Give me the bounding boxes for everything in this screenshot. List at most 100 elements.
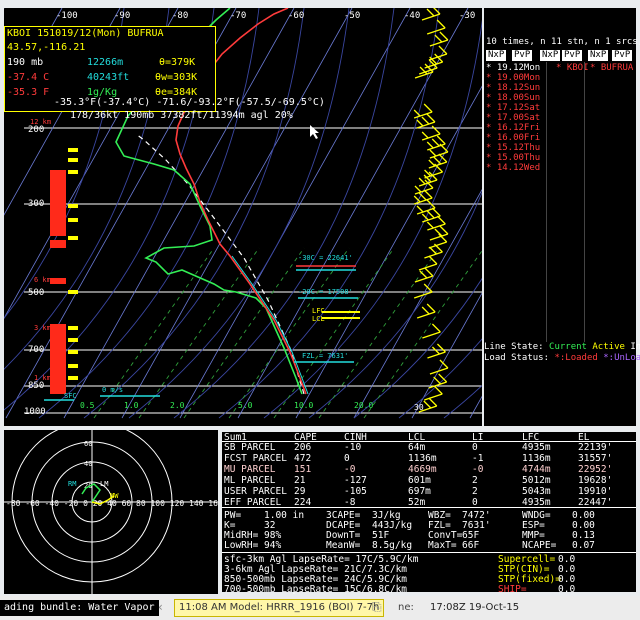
time-item[interactable]: * 19.00Mon <box>486 74 540 83</box>
index-cell: 94% <box>264 540 282 551</box>
mixing-label: 1.0 <box>124 401 139 410</box>
table-row: ML PARCEL 21 -127 601m 2 5012m 19628' <box>222 475 636 486</box>
pressure-readout: 190 mb <box>7 57 44 68</box>
dry-adiabat <box>443 125 640 419</box>
mixing-label: 0.5 <box>80 401 95 410</box>
km-label: 3 km <box>34 324 51 332</box>
pressure-label: 500 <box>28 288 44 298</box>
loading-status: ading bundle: Water Vapor <box>0 600 159 616</box>
hodo-ring-labels: 20 40 60 <box>84 440 92 490</box>
table-cell: 19628' <box>578 475 613 486</box>
index-row: LowRH= 94% MeanW= 8.5g/kg MaxT= 66F NCAPE= 0.07 <box>222 540 636 551</box>
table-cell: 2 <box>472 475 478 486</box>
skewt-panel[interactable]: -100 -90 -80 -70 -60 -50 -40 -30 200 300… <box>0 5 640 426</box>
time-item[interactable]: * 15.00Thu <box>486 154 540 163</box>
forward-icon[interactable]: ⎘ <box>372 600 382 615</box>
table-cell: 4669m <box>408 464 437 475</box>
cursor-readout-line1: -35.3°F(-37.4°C) -71.6/-93.2°F(-57.5/-69… <box>54 97 325 108</box>
wind-barb <box>428 233 448 249</box>
table-cell: 5012m <box>522 475 551 486</box>
table-cell: 64m <box>408 442 426 453</box>
temp-label: -90 <box>114 11 130 21</box>
table-cell: 206 <box>294 442 312 453</box>
pressure-label: 200 <box>28 125 44 135</box>
time-item-active[interactable]: * 19.12Mon <box>486 64 540 73</box>
time-item[interactable]: * 16.12Fri <box>486 124 540 133</box>
index-cell: MeanW= <box>326 540 361 551</box>
index-cell: MaxT= <box>428 540 457 551</box>
mixing-label: 2.0 <box>170 401 185 410</box>
temp-label: -60 <box>288 11 304 21</box>
table-cell: 22139' <box>578 442 613 453</box>
table-cell: SB PARCEL <box>224 442 276 453</box>
cloud-bars <box>50 148 78 394</box>
prev-source-button[interactable]: PvP <box>612 50 633 61</box>
table-cell: 19910' <box>578 486 613 497</box>
next-profile-button[interactable]: NxP <box>486 50 507 61</box>
time-item[interactable]: * 17.12Sat <box>486 104 540 113</box>
time-item[interactable]: * 18.12Sun <box>486 84 540 93</box>
hodo-lm-label: LM <box>100 480 108 488</box>
table-cell: 0 <box>472 442 478 453</box>
wind-barb <box>427 343 446 359</box>
hodograph-chart: -80 -60 -40 -20 0 20 40 60 80 100 120 14… <box>4 421 223 594</box>
next-station-button[interactable]: NxP <box>540 50 561 61</box>
index-cell: 8.5g/kg <box>372 540 413 551</box>
table-cell: 151 <box>294 464 312 475</box>
pressure-label: 850 <box>28 381 44 391</box>
source-item[interactable]: * BUFRUA <box>590 64 633 73</box>
nav-buttons: NxP PvP NxP PvP NxP PvP <box>486 50 636 62</box>
mixing-label: 20.0 <box>354 401 373 410</box>
table-row: SB PARCEL 206 -10 64m 0 4935m 22139' <box>222 442 636 453</box>
hodo-rings <box>4 421 218 594</box>
prev-profile-button[interactable]: PvP <box>512 50 533 61</box>
model-status-button[interactable]: 11:08 AM Model: HRRR_1916 (BOI) 7-7h <box>174 599 385 617</box>
status-bar: ading bundle: Water Vapor ‹ 11:08 AM Mod… <box>0 596 640 620</box>
mixing-ratio-line <box>318 247 440 419</box>
back-icon[interactable]: ‹ <box>158 600 163 614</box>
hodograph-panel[interactable]: -80 -60 -40 -20 0 20 40 60 80 100 120 14… <box>4 421 223 594</box>
wind-barb <box>418 255 438 271</box>
lcl-label: LCL <box>312 315 325 323</box>
time-item[interactable]: * 18.00Sun <box>486 94 540 103</box>
mixing-ratio-line <box>228 247 350 419</box>
time-list: * 19.12Mon * 19.00Mon * 18.12Sun * 18.00… <box>486 64 546 194</box>
severe-index-label: SHIP= <box>498 584 527 595</box>
mixing-ratio-labels: 0.5 1.0 2.0 5.0 10.0 20.0 30 <box>80 401 424 412</box>
temp-label: -70 <box>230 11 246 21</box>
hodo-rm-label: RM <box>68 480 76 488</box>
table-cell: 5043m <box>522 486 551 497</box>
next-source-button[interactable]: NxP <box>588 50 609 61</box>
mixing-label: 10.0 <box>294 401 313 410</box>
time-item[interactable]: * 15.12Thu <box>486 144 540 153</box>
time-item[interactable]: * 17.00Sat <box>486 114 540 123</box>
height-readout: 12266m <box>87 57 124 68</box>
wind-barb <box>414 267 434 283</box>
time-item[interactable]: * 16.00Fri <box>486 134 540 143</box>
dewpt-readout: -35.3 F <box>7 87 50 98</box>
table-row: MU PARCEL 151 -0 4669m -0 4744m 22952' <box>222 464 636 475</box>
table-cell: 4935m <box>522 442 551 453</box>
current-time: 17:08Z 19-Oct-15 <box>430 602 520 613</box>
level-markers <box>44 265 360 401</box>
index-cell: NCAPE= <box>522 540 557 551</box>
wind-barbs <box>413 5 449 413</box>
table-cell: -1 <box>472 453 484 464</box>
table-cell: 601m <box>408 475 431 486</box>
table-cell: 0 <box>344 453 350 464</box>
profile-list-panel[interactable]: 10 times, n 11 stn, n 1 srcs, n 1 NxP Pv… <box>484 8 640 426</box>
height-ft-readout: 40243ft <box>87 72 130 83</box>
pressure-label: 1000 <box>24 407 46 417</box>
pressure-label: 700 <box>28 345 44 355</box>
wind-barb <box>429 31 449 47</box>
table-cell: -10 <box>344 442 362 453</box>
temp-label: -50 <box>344 11 360 21</box>
temp-label: -100 <box>56 11 78 21</box>
prev-station-button[interactable]: PvP <box>562 50 583 61</box>
table-cell: -127 <box>344 475 367 486</box>
wind-barb <box>416 303 436 319</box>
load-status: Load Status: *:Loaded *:UnLoa <box>484 353 640 363</box>
time-item[interactable]: * 14.12Wed <box>486 164 540 173</box>
table-cell: ML PARCEL <box>224 475 276 486</box>
index-cell: 0.07 <box>572 540 595 551</box>
